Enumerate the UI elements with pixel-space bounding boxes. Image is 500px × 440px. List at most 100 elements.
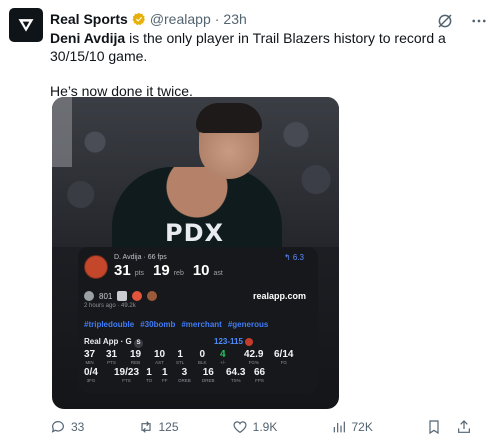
stat-cell: 31 PTS xyxy=(106,349,117,365)
hashtag-link[interactable]: #generous xyxy=(228,320,268,329)
stat-value: 4 xyxy=(220,349,226,360)
reaction-goat-icon xyxy=(117,291,128,301)
arena-pillar xyxy=(52,97,72,167)
tweet-header: Real Sports @realapp · 23h xyxy=(50,11,247,27)
card-meta: 2 hours ago · 49.2k xyxy=(84,303,136,309)
stat-value: 0 xyxy=(199,349,206,360)
card-pts-label: pts xyxy=(134,270,145,277)
reply-button[interactable]: 33 xyxy=(50,419,84,435)
tweet-text: Deni Avdija is the only player in Trail … xyxy=(50,29,480,100)
jersey-text: PDX xyxy=(165,219,225,247)
stat-cell: 10 AST xyxy=(154,349,165,365)
stat-cell: 37 MIN xyxy=(84,349,95,365)
stat-cell: 4 +/- xyxy=(220,349,226,365)
stat-label: +/- xyxy=(220,360,226,365)
like-button[interactable]: 1.9K xyxy=(232,419,278,435)
stat-value: 0/4 xyxy=(84,367,98,378)
stat-card: D. Avdija · 66 fps 31 pts 19 reb 10 ast … xyxy=(78,247,318,393)
stat-cell: 16 DREB xyxy=(202,367,215,383)
player-hair xyxy=(196,103,262,133)
card-rating: ↰ 6.3 xyxy=(283,253,304,262)
stat-cell: 42.9 FG% xyxy=(244,349,263,365)
stat-value: 1 xyxy=(146,367,152,378)
stat-cell: 1 TO xyxy=(146,367,152,383)
card-player-name: D. Avdija · 66 fps xyxy=(114,254,167,261)
stat-value: 31 xyxy=(106,349,118,360)
card-ast-value: 10 xyxy=(192,262,210,279)
stat-label: FTS xyxy=(122,378,131,383)
card-ast-label: ast xyxy=(213,270,223,277)
tweet-top-actions xyxy=(436,12,488,30)
heart-icon xyxy=(233,421,247,434)
stat-cell: 0 BLK xyxy=(198,349,207,365)
stat-label: PTS xyxy=(107,360,116,365)
repost-button[interactable]: 125 xyxy=(138,419,179,435)
reaction-count: 801 xyxy=(99,291,113,301)
stat-label: BLK xyxy=(198,360,207,365)
account-avatar[interactable] xyxy=(9,8,43,42)
share-icon[interactable] xyxy=(456,419,472,435)
stat-cell: 64.3 TS% xyxy=(226,367,245,383)
stat-cell: 3 OREB xyxy=(178,367,191,383)
hashtag-link[interactable]: #tripledouble xyxy=(84,320,134,329)
tweet-media-image[interactable]: PDX D. Avdija · 66 fps 31 pts 19 reb 10 … xyxy=(52,97,339,409)
stat-label: STL xyxy=(176,360,185,365)
tweet-timestamp[interactable]: 23h xyxy=(223,11,246,27)
stat-label: FG xyxy=(280,360,287,365)
reaction-bag-icon xyxy=(147,291,158,301)
real-logo-icon xyxy=(18,19,34,32)
stat-value: 19/23 xyxy=(114,367,140,378)
card-player-avatar xyxy=(84,255,108,279)
stat-label: FG% xyxy=(248,360,259,365)
like-count: 1.9K xyxy=(252,420,278,434)
stat-cell: 6/14 FG xyxy=(274,349,293,365)
stat-label: OREB xyxy=(178,378,191,383)
reply-icon xyxy=(51,421,64,433)
team-logo-icon xyxy=(245,337,254,346)
stat-label: REB xyxy=(130,360,141,365)
card-reactions: 801 xyxy=(84,291,158,301)
more-options-icon[interactable] xyxy=(470,12,488,30)
stat-cell: 19/23 FTS xyxy=(114,367,139,383)
card-app-line: Real App · G S xyxy=(84,337,143,348)
views-count: 72K xyxy=(351,420,373,434)
card-hashtags: #tripledouble #30bomb #merchant #generous xyxy=(84,320,268,329)
repost-icon xyxy=(140,421,151,433)
hashtag-link[interactable]: #30bomb xyxy=(140,320,175,329)
stat-label: TS% xyxy=(230,378,241,383)
account-name[interactable]: Real Sports xyxy=(50,11,128,27)
stat-value: 1 xyxy=(177,349,183,360)
stat-value: 64.3 xyxy=(226,367,246,378)
stat-value: 6/14 xyxy=(274,349,294,360)
card-game-score: 123-115 xyxy=(214,337,254,346)
stat-value: 16 xyxy=(202,367,214,378)
stat-value: 19 xyxy=(130,349,142,360)
stat-label: MIN xyxy=(85,360,94,365)
stat-cell: 0/4 3FG xyxy=(84,367,98,383)
stat-cell: 66 FPS xyxy=(254,367,265,383)
stat-value: 37 xyxy=(84,349,96,360)
hashtag-link[interactable]: #merchant xyxy=(181,320,221,329)
reaction-target-icon xyxy=(132,291,143,301)
card-site: realapp.com xyxy=(252,291,306,301)
grok-icon[interactable] xyxy=(436,12,454,30)
tweet-line-1: Deni Avdija is the only player in Trail … xyxy=(50,29,480,65)
stat-cell: 1 FF xyxy=(162,367,168,383)
card-app-badge: S xyxy=(133,339,143,348)
views-button[interactable]: 72K xyxy=(331,419,373,435)
tweet-action-bar: 33 125 1.9K 72K xyxy=(50,419,472,435)
stat-value: 10 xyxy=(154,349,166,360)
stat-label: AST xyxy=(155,360,164,365)
bookmark-icon[interactable] xyxy=(426,419,442,435)
card-headline-stats: 31 pts 19 reb 10 ast xyxy=(114,262,228,279)
stat-value: 42.9 xyxy=(244,349,264,360)
stat-label: TO xyxy=(146,378,153,383)
player-name: Deni Avdija xyxy=(50,30,126,46)
game-score-value: 123-115 xyxy=(214,337,243,346)
reaction-face-icon xyxy=(84,291,94,301)
stat-value: 1 xyxy=(162,367,168,378)
separator-dot: · xyxy=(214,11,220,27)
account-handle[interactable]: @realapp xyxy=(150,11,211,27)
stat-cell: 19 REB xyxy=(130,349,141,365)
reply-count: 33 xyxy=(71,420,85,434)
